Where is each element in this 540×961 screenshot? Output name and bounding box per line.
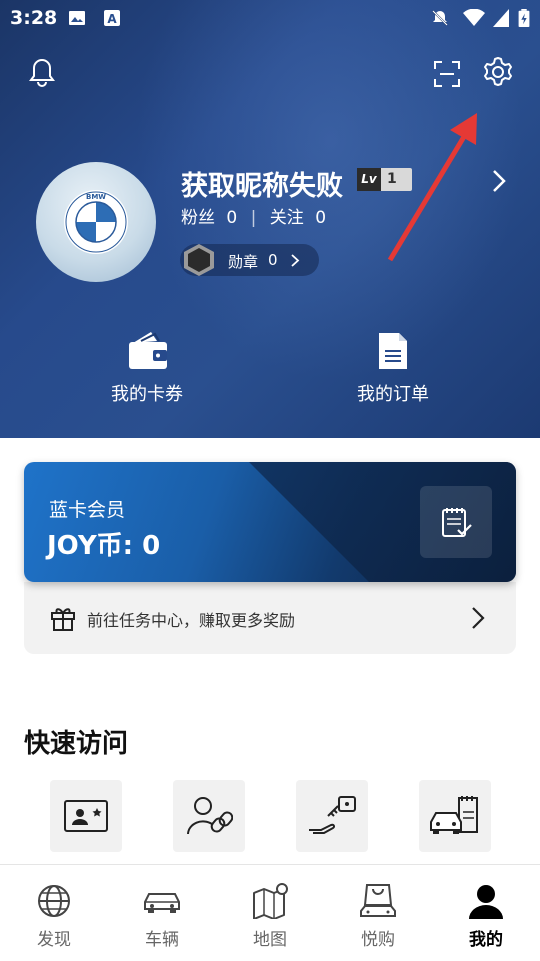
level-number: 1 [387,171,397,187]
quick-access-user-link[interactable] [173,780,245,852]
car-service-icon [430,796,478,834]
battery-icon [518,9,530,27]
medal-count: 0 [268,251,278,269]
shopping-bag-icon [360,884,396,917]
bell-icon[interactable] [28,57,56,87]
checklist-icon [442,508,472,537]
medal-chevron-icon [291,254,300,267]
membership-card[interactable]: 蓝卡会员 JOY币: 0 [24,462,516,582]
tab-shop[interactable]: 悦购 [324,865,432,961]
tab-mine-label: 我的 [469,930,503,950]
settings-gear-icon[interactable] [481,55,515,89]
map-icon [253,883,288,919]
quick-access-id-card[interactable] [50,780,122,852]
tab-mine[interactable]: 我的 [432,865,540,961]
medal-button[interactable]: 勋章 0 [180,244,319,276]
globe-icon [38,885,70,917]
follow-label[interactable]: 关注 [270,208,304,228]
status-bar: 3:28 A [0,0,540,36]
task-chevron-right-icon [472,607,485,629]
font-notification-icon: A [104,10,120,26]
my-coupons-button[interactable]: 我的卡券 [67,325,227,405]
level-tag: Lv [357,168,381,191]
scan-icon[interactable] [433,60,461,88]
my-coupons-label: 我的卡券 [111,384,183,405]
svg-text:A: A [107,12,117,26]
tab-vehicle[interactable]: 车辆 [108,865,216,961]
nickname[interactable]: 获取昵称失败 [181,164,343,203]
mute-icon [432,10,448,26]
task-center-text: 前往任务中心，赚取更多奖励 [87,611,296,630]
avatar[interactable]: BMW [36,162,156,282]
tab-discover-label: 发现 [37,930,71,950]
my-orders-button[interactable]: 我的订单 [313,325,473,405]
task-center-link[interactable]: 前往任务中心，赚取更多奖励 [24,582,516,654]
user-link-icon [187,797,233,835]
divider: | [250,208,257,228]
image-notification-icon [69,11,85,25]
profile-chevron-right-icon[interactable] [490,168,508,194]
tab-map-label: 地图 [253,930,287,950]
medal-icon [184,244,214,276]
wallet-icon [129,332,167,369]
level-badge: Lv 1 [357,168,412,191]
tab-discover[interactable]: 发现 [0,865,108,961]
gift-icon [51,608,75,631]
task-list-button[interactable] [420,486,492,558]
tab-shop-label: 悦购 [361,930,395,950]
tab-map[interactable]: 地图 [216,865,324,961]
fans-label[interactable]: 粉丝 [181,208,215,228]
profile-header: 3:28 A BMW 获取昵称失败 Lv 1 粉丝 0 | 关注 0 勋章 0 … [0,0,540,438]
quick-access-car-key[interactable] [296,780,368,852]
membership-level: 蓝卡会员 [49,499,126,521]
medal-label: 勋章 [228,253,259,271]
person-icon [469,885,503,919]
car-icon [144,893,180,913]
joy-coins: JOY币: 0 [47,531,161,561]
tab-vehicle-label: 车辆 [145,930,179,950]
status-time: 3:28 [10,7,58,29]
follow-count[interactable]: 0 [315,208,326,228]
svg-text:BMW: BMW [86,193,106,201]
car-key-hand-icon [309,796,356,834]
bottom-tab-bar: 发现 车辆 地图 悦购 我的 [0,864,540,961]
signal-icon [493,9,509,27]
quick-access-car-service[interactable] [419,780,491,852]
my-orders-label: 我的订单 [357,384,429,405]
document-icon [379,333,407,369]
id-card-icon [64,800,108,832]
fans-follow-row: 粉丝 0 | 关注 0 [181,203,326,228]
fans-count[interactable]: 0 [226,208,237,228]
bmw-logo-icon: BMW [64,190,128,254]
quick-access-title: 快速访问 [24,729,129,759]
wifi-icon [463,9,485,26]
